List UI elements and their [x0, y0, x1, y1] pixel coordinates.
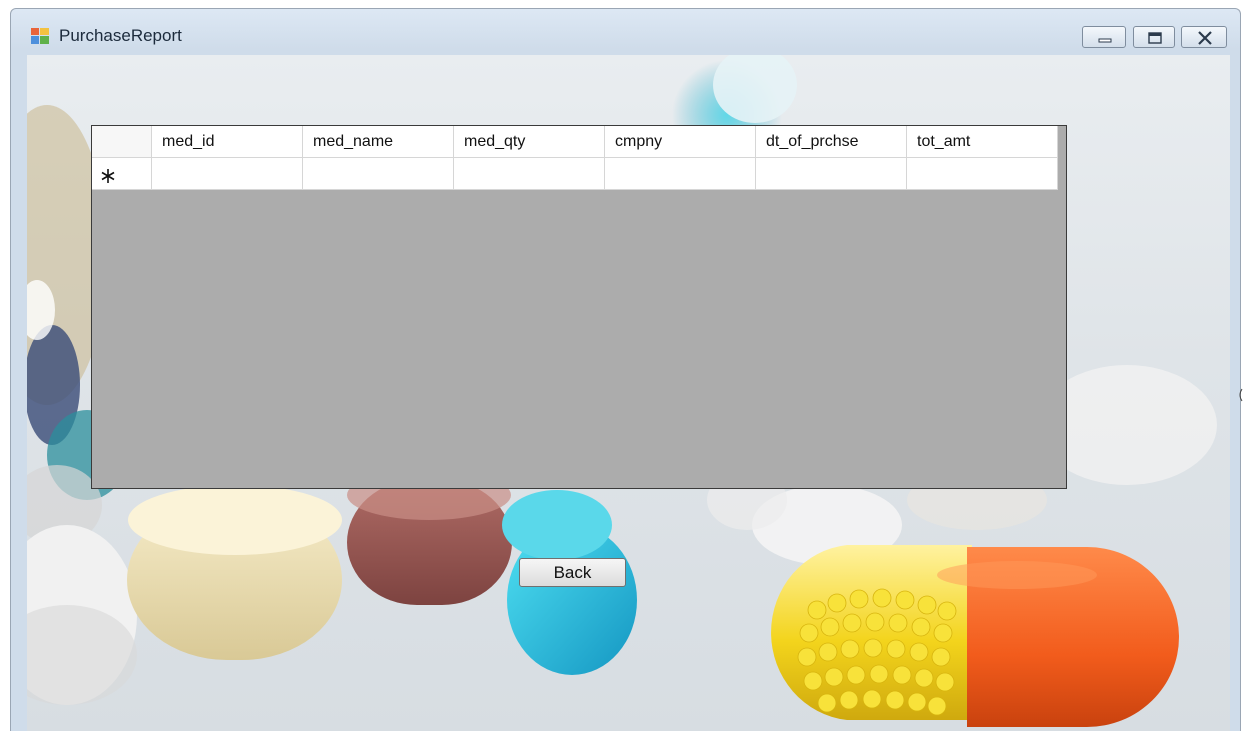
- resize-edge-mark: [1239, 388, 1243, 402]
- app-icon: [31, 28, 49, 44]
- new-row[interactable]: [92, 158, 1058, 190]
- back-button[interactable]: Back: [519, 558, 626, 587]
- close-button[interactable]: [1181, 26, 1227, 48]
- grid-header-row: med_id med_name med_qty cmpny dt_of_prch…: [92, 126, 1058, 158]
- column-header-med-qty[interactable]: med_qty: [454, 126, 605, 158]
- window-title: PurchaseReport: [59, 26, 182, 45]
- grid-corner-header[interactable]: [92, 126, 152, 158]
- purchase-data-grid[interactable]: med_id med_name med_qty cmpny dt_of_prch…: [91, 125, 1067, 489]
- column-header-med-id[interactable]: med_id: [152, 126, 303, 158]
- column-header-cmpny[interactable]: cmpny: [605, 126, 756, 158]
- new-row-cell-tot-amt[interactable]: [907, 158, 1058, 190]
- new-row-cell-dt-of-prchse[interactable]: [756, 158, 907, 190]
- column-header-med-name[interactable]: med_name: [303, 126, 454, 158]
- form-client-area: med_id med_name med_qty cmpny dt_of_prch…: [27, 55, 1230, 731]
- title-bar[interactable]: PurchaseReport: [11, 9, 1240, 55]
- window-frame: PurchaseReport med_id med_name med_qty c…: [10, 8, 1241, 731]
- minimize-icon: [1098, 38, 1112, 43]
- column-header-dt-of-prchse[interactable]: dt_of_prchse: [756, 126, 907, 158]
- new-row-cell-cmpny[interactable]: [605, 158, 756, 190]
- minimize-button[interactable]: [1082, 26, 1126, 48]
- column-header-tot-amt[interactable]: tot_amt: [907, 126, 1058, 158]
- new-row-cell-med-name[interactable]: [303, 158, 454, 190]
- asterisk-icon: [101, 169, 115, 183]
- new-row-cell-med-id[interactable]: [152, 158, 303, 190]
- restore-icon: [1148, 32, 1162, 44]
- maximize-button[interactable]: [1133, 26, 1175, 48]
- close-icon: [1198, 31, 1212, 45]
- new-row-header[interactable]: [92, 158, 152, 190]
- new-row-cell-med-qty[interactable]: [454, 158, 605, 190]
